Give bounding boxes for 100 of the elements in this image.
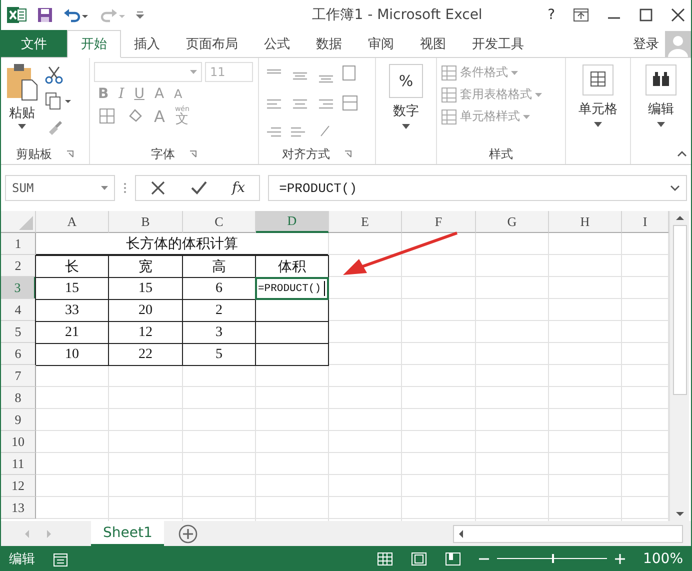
- row-header[interactable]: 5: [1, 321, 36, 343]
- normal-view-icon[interactable]: [376, 552, 393, 566]
- paste-button[interactable]: 粘贴: [5, 62, 39, 144]
- sign-in-link[interactable]: 登录: [633, 30, 659, 57]
- caret-icon: [535, 92, 542, 96]
- row-header[interactable]: 1: [1, 233, 36, 255]
- table-grid-icon: [441, 86, 457, 102]
- ribbon-display-icon[interactable]: [573, 8, 589, 22]
- caret-icon: [402, 124, 410, 129]
- caret-icon: [18, 124, 26, 129]
- page-break-icon[interactable]: [444, 552, 461, 566]
- group-label: 对齐方式: [282, 146, 330, 162]
- cancel-icon[interactable]: [150, 180, 166, 196]
- column-header[interactable]: G: [476, 211, 549, 233]
- scroll-thumb[interactable]: [672, 225, 686, 395]
- row-header[interactable]: 4: [1, 299, 36, 321]
- row-header[interactable]: 3: [1, 277, 36, 299]
- group-label: 剪贴板: [16, 146, 52, 162]
- editing-button[interactable]: 编辑: [635, 62, 687, 144]
- table-grid-icon: [441, 64, 457, 80]
- horizontal-scrollbar[interactable]: [453, 524, 683, 542]
- row-header[interactable]: 8: [1, 387, 36, 409]
- group-label: 字体: [151, 146, 175, 162]
- table-grid-icon: [441, 108, 457, 124]
- group-label: 样式: [489, 146, 513, 162]
- customize-toolbar-icon[interactable]: [135, 9, 145, 21]
- cells-button[interactable]: 单元格: [570, 62, 626, 144]
- ribbon-tab[interactable]: 开始: [67, 30, 121, 58]
- table-cell: 33: [35, 299, 109, 322]
- scroll-left-icon[interactable]: [458, 528, 464, 538]
- row-header[interactable]: 7: [1, 365, 36, 387]
- row-header[interactable]: 12: [1, 475, 36, 497]
- ribbon-tab[interactable]: 审阅: [355, 30, 407, 57]
- ribbon-tab[interactable]: 开发工具: [459, 30, 537, 57]
- cells-icon: [582, 64, 614, 96]
- column-header[interactable]: C: [183, 211, 256, 233]
- scroll-up-icon[interactable]: [674, 215, 684, 221]
- clipboard-icon: [5, 62, 39, 102]
- formula-input[interactable]: =PRODUCT(): [268, 175, 687, 201]
- save-icon[interactable]: [37, 7, 53, 23]
- row-header[interactable]: 6: [1, 343, 36, 365]
- zoom-in-icon[interactable]: [614, 554, 625, 564]
- zoom-level[interactable]: 100%: [642, 550, 683, 566]
- insert-function-button[interactable]: fx: [232, 180, 246, 196]
- cut-icon[interactable]: [45, 66, 63, 84]
- collapse-ribbon-icon[interactable]: [677, 151, 687, 157]
- row-header[interactable]: 9: [1, 409, 36, 431]
- column-header[interactable]: F: [402, 211, 476, 233]
- row-header[interactable]: 13: [1, 497, 36, 519]
- borders-icon[interactable]: [98, 107, 116, 125]
- name-box[interactable]: SUM: [5, 175, 115, 201]
- drag-handle-icon: [123, 182, 127, 194]
- caret-icon: [523, 114, 530, 118]
- corner-triangle-icon: [19, 216, 33, 230]
- enter-check-icon[interactable]: [190, 180, 208, 196]
- column-header[interactable]: E: [329, 211, 402, 233]
- excel-logo-icon: [7, 6, 27, 24]
- row-header[interactable]: 11: [1, 453, 36, 475]
- dialog-launcher-icon[interactable]: [344, 150, 352, 158]
- dialog-launcher-icon[interactable]: [66, 150, 74, 158]
- table-cell: 体积: [255, 255, 329, 278]
- scroll-down-icon[interactable]: [674, 511, 684, 517]
- table-title: 长方体的体积计算: [36, 233, 328, 255]
- vertical-scrollbar[interactable]: [669, 211, 689, 521]
- expand-icon[interactable]: [670, 185, 680, 191]
- caret-icon: [594, 122, 602, 127]
- column-header[interactable]: D: [256, 211, 329, 233]
- table-cell: 15: [35, 277, 109, 300]
- row-header[interactable]: 10: [1, 431, 36, 453]
- table-cell: 21: [35, 321, 109, 344]
- column-header[interactable]: B: [109, 211, 183, 233]
- ribbon-tab[interactable]: 页面布局: [173, 30, 251, 57]
- row-header[interactable]: 2: [1, 255, 36, 277]
- help-button[interactable]: ?: [548, 7, 555, 23]
- table-cell: 长: [35, 255, 109, 278]
- column-header[interactable]: A: [36, 211, 109, 233]
- ribbon-tab[interactable]: 公式: [251, 30, 303, 57]
- number-format-button[interactable]: % 数字: [380, 62, 432, 144]
- column-header[interactable]: H: [549, 211, 622, 233]
- maximize-icon[interactable]: [639, 8, 653, 22]
- undo-icon[interactable]: [63, 7, 89, 23]
- sheet-tab[interactable]: Sheet1: [91, 521, 164, 546]
- page-layout-icon[interactable]: [410, 552, 427, 566]
- window-title: 工作簿1 - Microsoft Excel: [311, 6, 484, 24]
- cell-editor[interactable]: =PRODUCT(): [255, 277, 329, 300]
- add-sheet-icon[interactable]: [178, 524, 198, 544]
- ribbon-tab[interactable]: 视图: [407, 30, 459, 57]
- caret-icon: [101, 186, 108, 190]
- copy-icon[interactable]: [45, 92, 73, 110]
- macro-record-icon[interactable]: [53, 550, 69, 566]
- table-cell: 高: [182, 255, 256, 278]
- caret-icon: [657, 122, 665, 127]
- ribbon-tab[interactable]: 插入: [121, 30, 173, 57]
- close-icon[interactable]: [671, 8, 685, 22]
- caret-icon: [190, 70, 197, 74]
- ribbon-tab[interactable]: 数据: [303, 30, 355, 57]
- column-header[interactable]: I: [622, 211, 669, 233]
- table-cell: 10: [35, 343, 109, 366]
- dialog-launcher-icon[interactable]: [189, 150, 197, 158]
- file-tab[interactable]: 文件: [1, 30, 67, 57]
